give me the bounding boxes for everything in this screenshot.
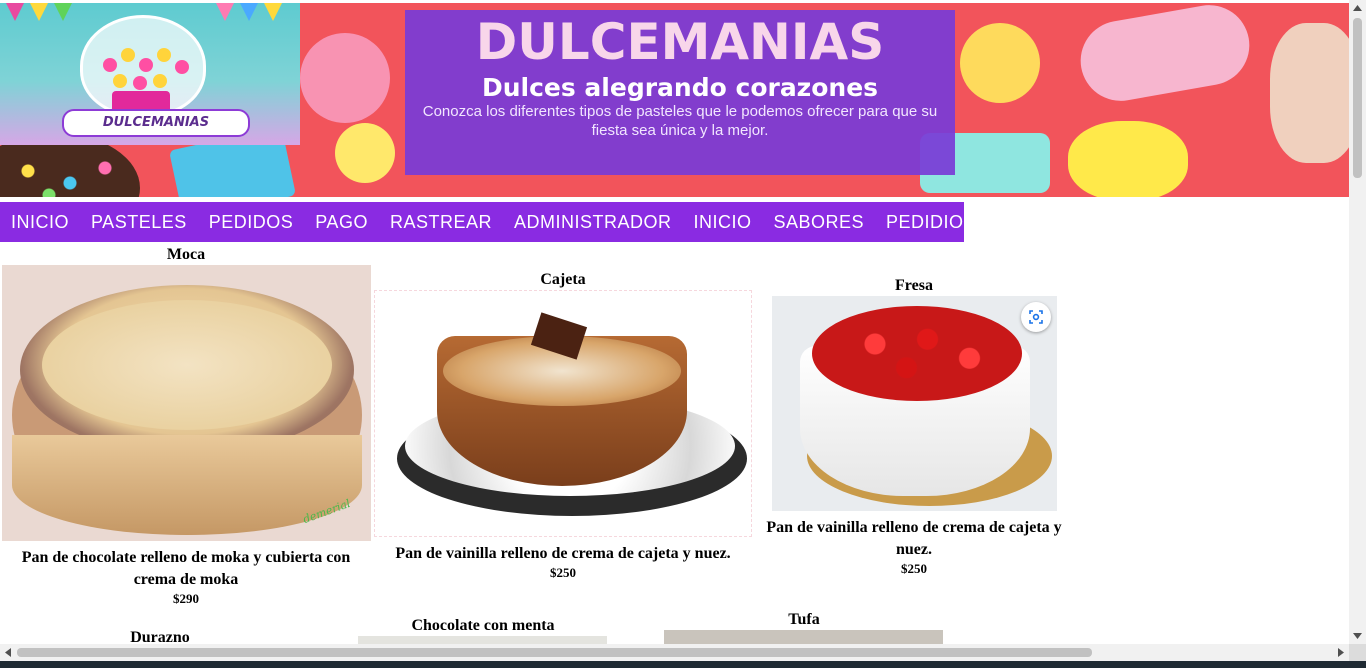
pennant-decoration (6, 3, 24, 21)
cake-image-moca[interactable]: demerial (2, 265, 371, 541)
nav-item-administrador[interactable]: ADMINISTRADOR (503, 202, 683, 242)
nav-item-pasteles[interactable]: PASTELES (80, 202, 198, 242)
candy-decoration (1068, 121, 1188, 197)
candy-decoration (300, 33, 390, 123)
product-description: Pan de chocolate relleno de moka y cubie… (21, 549, 351, 588)
pennant-decoration (240, 3, 258, 21)
product-name: Fresa (895, 277, 933, 294)
main-nav: INICIO PASTELES PEDIDOS PAGO RASTREAR AD… (0, 202, 976, 242)
pennant-decoration (216, 3, 234, 21)
product-name: Chocolate con menta (411, 617, 555, 634)
visual-search-button[interactable] (1021, 302, 1051, 332)
nav-item-rastrear[interactable]: RASTREAR (379, 202, 503, 242)
product-card-chocolate-menta: Chocolate con menta (358, 616, 608, 646)
product-name: Moca (166, 246, 206, 263)
nav-item-pedidos[interactable]: PEDIDOS (198, 202, 305, 242)
hero-box: DULCEMANIAS Dulces alegrando corazones C… (405, 10, 955, 175)
site-title: DULCEMANIAS (475, 13, 885, 71)
candy-decoration (1270, 23, 1350, 163)
pennant-decoration (54, 3, 72, 21)
pennant-decoration (30, 3, 48, 21)
nav-item-pago[interactable]: PAGO (304, 202, 379, 242)
header-banner: DULCEMANIAS DULCEMANIAS Dulces alegrando… (0, 3, 1350, 197)
product-price: $250 (550, 565, 576, 580)
nav-item-sabores[interactable]: SABORES (763, 202, 876, 242)
os-taskbar (0, 661, 1366, 668)
product-card-fresa: Fresa Pan de vainilla relleno de crema d… (754, 276, 1074, 577)
horizontal-scrollbar[interactable] (0, 644, 1349, 661)
nav-item-inicio[interactable]: INICIO (0, 202, 80, 242)
pennant-decoration (264, 3, 282, 21)
product-card-tufa: Tufa (664, 610, 944, 644)
cake-image-cajeta[interactable] (374, 290, 752, 537)
scroll-up-arrow-icon[interactable] (1353, 5, 1362, 11)
site-subtitle: Dulces alegrando corazones (481, 73, 879, 102)
nav-item-pedidios[interactable]: PEDIDIOS (875, 202, 987, 242)
product-description: Pan de vainilla relleno de crema de caje… (395, 545, 731, 562)
scrollbar-corner (1349, 644, 1366, 661)
cake-image-fresa[interactable] (772, 296, 1057, 511)
product-name: Cajeta (540, 271, 586, 288)
horizontal-scrollbar-thumb[interactable] (17, 648, 1092, 657)
visual-search-icon (1029, 310, 1043, 324)
site-description: Conozca los diferentes tipos de pasteles… (422, 103, 938, 139)
candy-decoration (335, 123, 395, 183)
cake-image-tufa[interactable] (664, 630, 943, 644)
product-card-cajeta: Cajeta Pan de vainilla relleno de crema … (374, 270, 752, 581)
logo-text: DULCEMANIAS (62, 109, 250, 137)
scroll-right-arrow-icon[interactable] (1338, 648, 1344, 657)
product-card-moca: Moca demerial Pan de chocolate relleno d… (0, 245, 372, 607)
vertical-scrollbar[interactable] (1349, 0, 1366, 644)
scroll-left-arrow-icon[interactable] (5, 648, 11, 657)
product-description: Pan de vainilla relleno de crema de caje… (766, 519, 1062, 558)
nav-item-inicio-2[interactable]: INICIO (682, 202, 762, 242)
product-price: $290 (173, 591, 199, 606)
product-price: $250 (901, 561, 927, 576)
scroll-down-arrow-icon[interactable] (1353, 633, 1362, 639)
vertical-scrollbar-thumb[interactable] (1353, 18, 1362, 178)
product-name: Tufa (788, 611, 820, 628)
candy-decoration (960, 23, 1040, 103)
candy-decoration (1074, 3, 1256, 108)
brand-logo[interactable]: DULCEMANIAS (0, 3, 300, 145)
